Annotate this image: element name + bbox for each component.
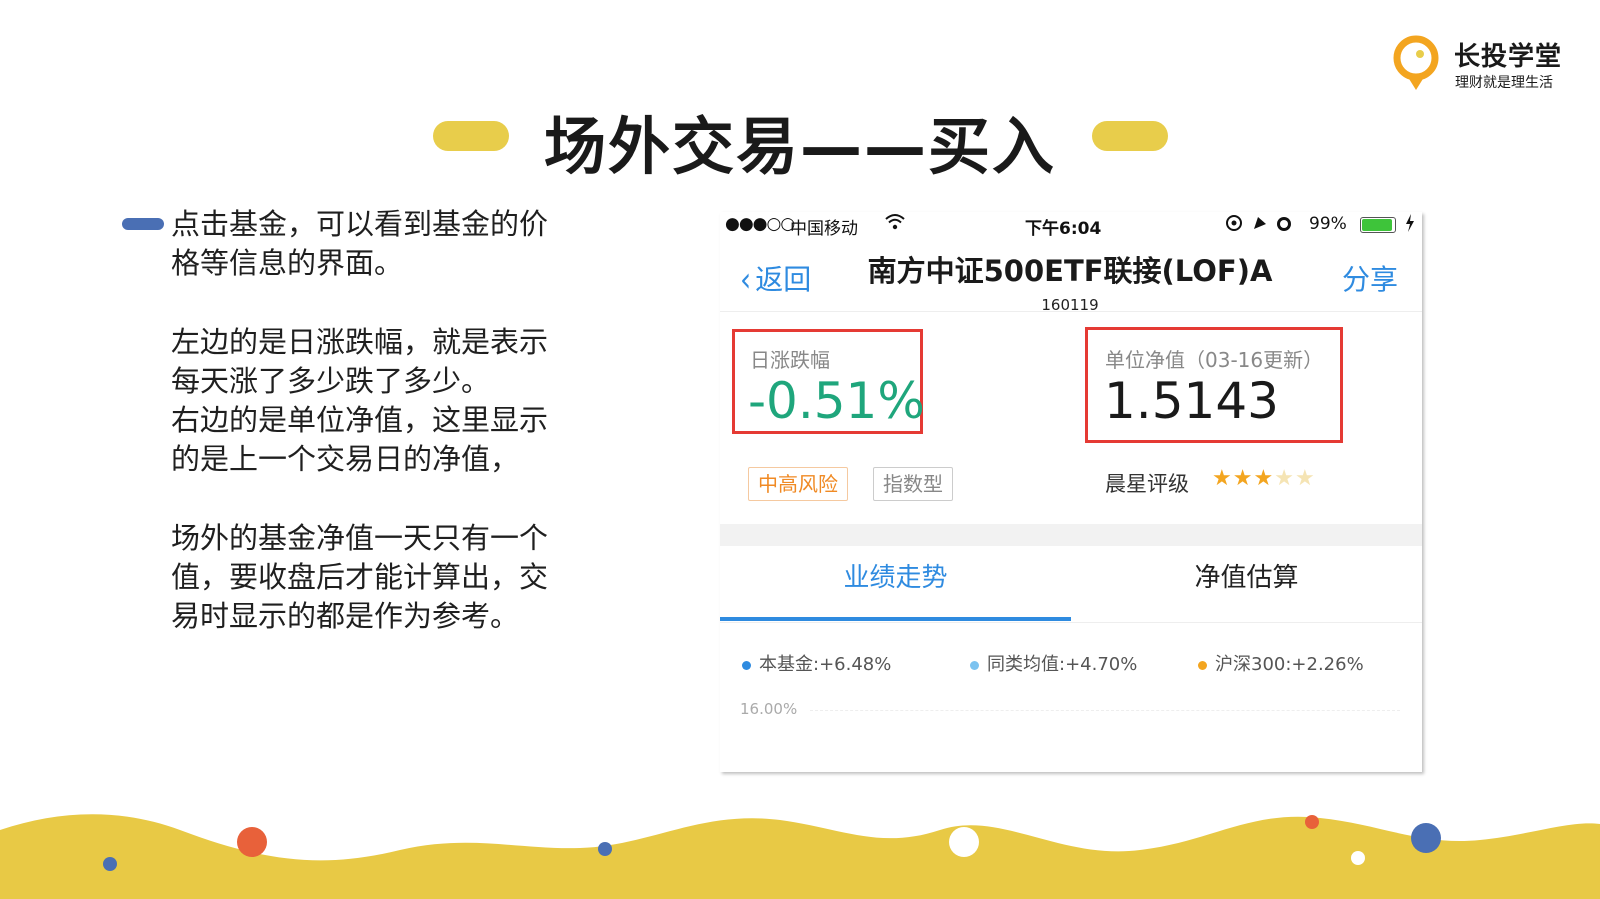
star-filled-icon: ★ — [1253, 466, 1275, 491]
legend-dot — [970, 660, 979, 670]
paragraph-2-line: 的是上一个交易日的净值， — [171, 442, 520, 476]
tab-performance[interactable]: 业绩走势 — [720, 557, 1071, 594]
paragraph-1-line: 点击基金，可以看到基金的价 — [171, 207, 549, 241]
paragraph-2-line: 每天涨了多少跌了多少。 — [171, 364, 491, 398]
star-filled-icon: ★ — [1212, 466, 1233, 491]
decor-dot — [949, 827, 979, 857]
star-rating: ★★★★★ — [1212, 466, 1316, 491]
battery-icon — [1360, 217, 1396, 233]
battery-percent: 99% — [1309, 214, 1347, 234]
battery-level-fill — [1362, 219, 1392, 231]
paragraph-2-line: 右边的是单位净值，这里显示 — [171, 403, 549, 437]
legend-label: 本基金:+6.48% — [759, 654, 892, 675]
tab-nav-estimate[interactable]: 净值估算 — [1071, 557, 1422, 594]
paragraph-1: 点击基金，可以看到基金的价 格等信息的界面。 — [171, 205, 611, 283]
carrier-name: 中国移动 — [790, 219, 858, 239]
paragraph-3: 场外的基金净值一天只有一个 值，要收盘后才能计算出，交 易时显示的都是作为参考。 — [171, 519, 611, 636]
legend-item-peer-avg: 同类均值:+4.70% — [970, 650, 1137, 676]
nav-divider — [720, 311, 1422, 312]
charging-bolt-icon — [1406, 214, 1414, 232]
decor-dot — [313, 844, 327, 858]
bullet-marker — [122, 218, 164, 230]
fund-type-tag: 指数型 — [873, 467, 953, 501]
legend-item-fund: 本基金:+6.48% — [742, 650, 891, 676]
star-empty-icon: ★ — [1274, 466, 1295, 491]
legend-dot — [1198, 660, 1207, 670]
daily-change-label: 日涨跌幅 — [750, 348, 830, 372]
share-button[interactable]: 分享 — [1342, 258, 1398, 298]
rating-label: 晨星评级 — [1105, 472, 1189, 496]
risk-tag: 中高风险 — [748, 467, 848, 501]
back-button[interactable]: ‹ 返回 — [740, 258, 812, 300]
chevron-left-icon: ‹ — [740, 259, 752, 300]
tab-divider — [720, 622, 1422, 623]
brand-name: 长投学堂 — [1454, 42, 1563, 72]
fund-app-screenshot: ●●●○○ 中国移动 下午6:04 99% ‹ 返回 南方中证500ETF联接(L… — [720, 212, 1422, 772]
legend-label: 沪深300:+2.26% — [1215, 654, 1364, 675]
nav-label: 单位净值（03-16更新） — [1105, 348, 1324, 372]
nav-value: 1.5143 — [1104, 372, 1279, 430]
decor-dot — [103, 857, 117, 871]
brand-slogan: 理财就是理生活 — [1455, 75, 1553, 91]
y-axis-tick: 16.00% — [740, 700, 798, 718]
paragraph-3-line: 场外的基金净值一天只有一个 — [171, 521, 549, 555]
fund-name: 南方中证500ETF联接(LOF)A — [867, 254, 1273, 288]
back-label: 返回 — [755, 263, 812, 296]
nav-bar: ‹ 返回 南方中证500ETF联接(LOF)A 160119 分享 — [720, 242, 1422, 314]
status-bar: ●●●○○ 中国移动 下午6:04 99% — [720, 212, 1422, 239]
slide-title: 场外交易——买入 — [543, 110, 1056, 183]
decor-dot — [1351, 851, 1365, 865]
paragraph-1-line: 格等信息的界面。 — [171, 246, 404, 280]
paragraph-3-line: 值，要收盘后才能计算出，交 — [171, 560, 549, 594]
active-tab-indicator — [720, 617, 1071, 621]
legend-dot — [742, 660, 751, 670]
decor-dot — [1305, 815, 1319, 829]
star-filled-icon: ★ — [1232, 466, 1254, 491]
title-decoration-right — [1092, 121, 1168, 151]
decor-dot — [1411, 823, 1441, 853]
section-separator — [720, 524, 1422, 546]
decor-dot — [598, 842, 612, 856]
paragraph-3-line: 易时显示的都是作为参考。 — [171, 599, 520, 633]
wave-decoration — [0, 814, 1600, 899]
signal-strength: ●●●○○ — [725, 214, 795, 234]
paragraph-2-line: 左边的是日涨跌幅，就是表示 — [171, 325, 549, 359]
decor-dot — [237, 827, 267, 857]
wifi-icon — [885, 214, 905, 230]
lightbulb-logo-icon — [1393, 35, 1439, 90]
brand-logo: 长投学堂 理财就是理生活 — [1392, 34, 1572, 94]
legend-label: 同类均值:+4.70% — [987, 654, 1138, 675]
daily-change-value: -0.51% — [748, 372, 925, 430]
paragraph-2: 左边的是日涨跌幅，就是表示 每天涨了多少跌了多少。 右边的是单位净值，这里显示 … — [171, 323, 611, 479]
chart-gridline — [810, 710, 1400, 711]
title-decoration-left — [433, 121, 509, 151]
legend-item-csi300: 沪深300:+2.26% — [1198, 650, 1364, 676]
star-empty-icon: ★ — [1294, 466, 1316, 491]
status-time: 下午6:04 — [1025, 219, 1102, 239]
location-alarm-icons — [1226, 215, 1291, 231]
